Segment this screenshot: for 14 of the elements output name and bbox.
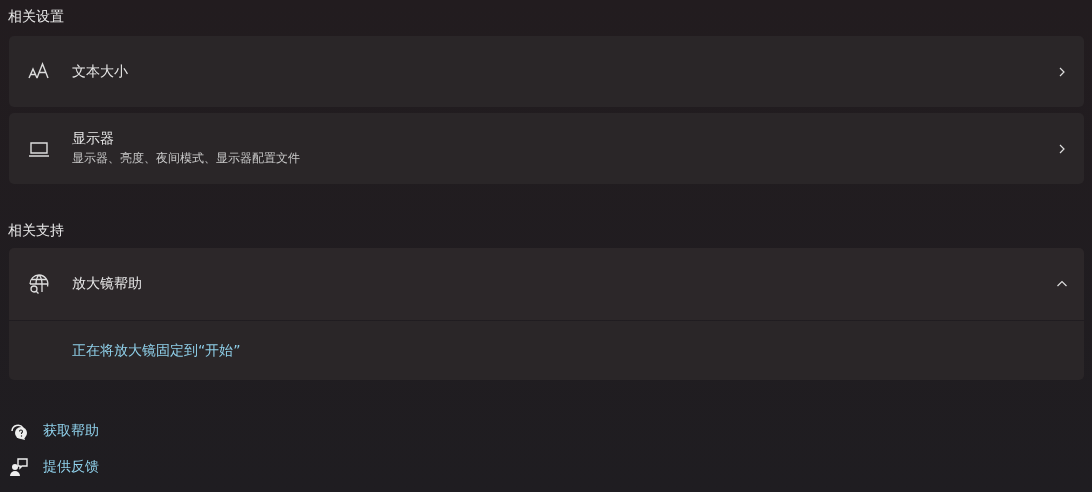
section-heading: 相关支持 <box>8 221 65 240</box>
section-heading: 相关设置 <box>8 7 65 26</box>
card-subtitle: 显示器、亮度、夜间模式、显示器配置文件 <box>72 150 301 167</box>
card-title: 文本大小 <box>72 62 129 81</box>
globe-search-icon <box>27 272 51 296</box>
settings-card[interactable]: 文本大小 <box>9 36 1084 107</box>
feedback-icon <box>9 457 29 477</box>
card-title: 显示器 <box>72 130 115 148</box>
footer-link[interactable]: 获取帮助 <box>43 422 99 440</box>
help-link[interactable]: 正在将放大镜固定到“开始” <box>72 341 241 360</box>
expander-header[interactable]: 放大镜帮助 <box>9 248 1084 320</box>
footer-link[interactable]: 提供反馈 <box>43 458 99 476</box>
card-title: 放大镜帮助 <box>72 275 143 293</box>
settings-card[interactable]: 显示器 显示器、亮度、夜间模式、显示器配置文件 <box>9 113 1084 184</box>
